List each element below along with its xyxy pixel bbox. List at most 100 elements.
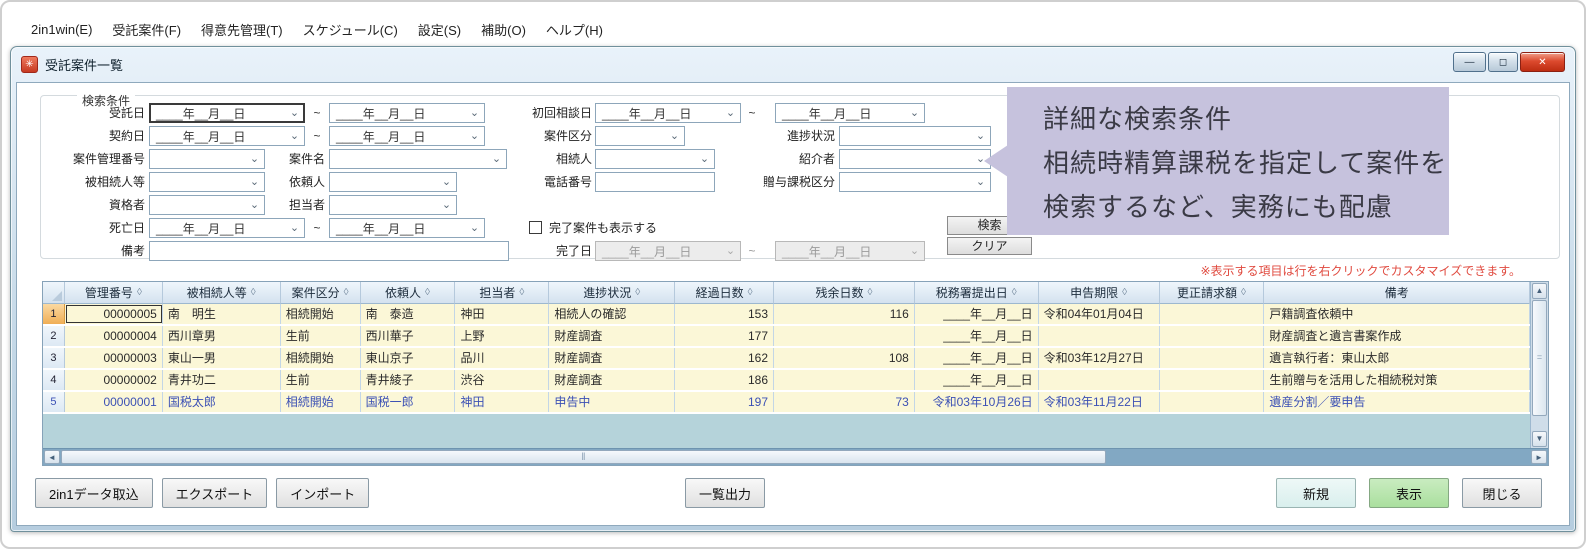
footer-button[interactable]: エクスポート [162, 478, 268, 508]
referrer-combo[interactable]: ⌄ [839, 149, 991, 169]
table-cell[interactable] [1039, 370, 1160, 390]
table-cell[interactable]: 戸籍調査依頼中 [1264, 304, 1530, 324]
table-cell[interactable] [1160, 392, 1265, 412]
chevron-down-icon[interactable]: ⌄ [697, 151, 712, 167]
menu-item[interactable]: 受託案件(F) [103, 17, 190, 42]
show-completed-checkbox[interactable] [529, 221, 542, 234]
chevron-down-icon[interactable]: ⌄ [667, 128, 682, 144]
sort-icon[interactable]: ◊ [867, 287, 872, 298]
remarks-input[interactable] [149, 241, 509, 261]
table-cell[interactable]: 197 [675, 392, 774, 412]
chevron-down-icon[interactable]: ⌄ [467, 220, 482, 236]
chevron-down-icon[interactable]: ⌄ [973, 128, 988, 144]
table-cell[interactable]: 品川 [455, 348, 549, 368]
table-cell[interactable]: 相続開始 [281, 348, 361, 368]
table-cell[interactable]: 青井綾子 [361, 370, 456, 390]
staff-combo[interactable]: ⌄ [329, 195, 457, 215]
progress-combo[interactable]: ⌄ [839, 126, 991, 146]
table-cell[interactable]: 相続開始 [281, 304, 361, 324]
table-cell[interactable]: 153 [675, 304, 774, 324]
table-corner-cell[interactable] [43, 282, 65, 304]
table-cell[interactable]: 相続開始 [281, 392, 361, 412]
sort-icon[interactable]: ◊ [344, 287, 349, 298]
table-cell[interactable]: 生前贈与を活用した相続税対策 [1264, 370, 1530, 390]
column-header[interactable]: 更正請求額◊ [1160, 282, 1265, 304]
table-cell[interactable]: 00000004 [65, 326, 163, 346]
sort-icon[interactable]: ◊ [635, 287, 640, 298]
table-cell[interactable]: 00000001 [65, 392, 163, 412]
table-cell[interactable]: 南 泰造 [361, 304, 456, 324]
menu-item[interactable]: 2in1win(E) [22, 19, 101, 40]
column-header[interactable]: 被相続人等◊ [163, 282, 281, 304]
column-header[interactable]: 担当者◊ [455, 282, 549, 304]
column-header[interactable]: 申告期限◊ [1039, 282, 1160, 304]
table-cell[interactable]: 神田 [455, 392, 549, 412]
column-header[interactable]: 案件区分◊ [281, 282, 361, 304]
case-number-combo[interactable]: ⌄ [149, 149, 265, 169]
column-header[interactable]: 経過日数◊ [675, 282, 774, 304]
table-cell[interactable]: 162 [675, 348, 774, 368]
table-cell[interactable]: 00000003 [65, 348, 163, 368]
sort-icon[interactable]: ◊ [1012, 287, 1017, 298]
table-row[interactable]: 500000001国税太郎相続開始国税一郎神田申告中19773令和03年10月2… [43, 392, 1530, 414]
table-cell[interactable]: 上野 [455, 326, 549, 346]
sort-icon[interactable]: ◊ [1122, 287, 1127, 298]
chevron-down-icon[interactable]: ⌄ [439, 197, 454, 213]
column-header[interactable]: 進捗状況◊ [549, 282, 675, 304]
client-combo[interactable]: ⌄ [329, 172, 457, 192]
table-cell[interactable]: 財産調査と遺言書案作成 [1264, 326, 1530, 346]
table-cell[interactable]: 渋谷 [455, 370, 549, 390]
table-cell[interactable]: 財産調査 [549, 370, 675, 390]
vertical-scrollbar[interactable]: ▲ = ▼ [1530, 282, 1548, 448]
table-cell[interactable] [1160, 348, 1265, 368]
maximize-button[interactable]: ◻ [1488, 52, 1518, 72]
title-bar[interactable]: ✳ 受託案件一覧 — ◻ ✕ [11, 47, 1575, 81]
chevron-down-icon[interactable]: ⌄ [723, 105, 738, 121]
receipt-date-to[interactable]: ____年__月__日⌄ [329, 103, 485, 123]
table-cell[interactable] [1160, 326, 1265, 346]
table-cell[interactable]: 00000002 [65, 370, 163, 390]
table-cell[interactable]: 108 [774, 348, 915, 368]
column-header[interactable]: 依頼人◊ [361, 282, 456, 304]
menu-item[interactable]: 設定(S) [409, 17, 470, 42]
table-cell[interactable]: 財産調査 [549, 326, 675, 346]
chevron-down-icon[interactable]: ⌄ [287, 220, 302, 236]
menu-item[interactable]: ヘルプ(H) [537, 17, 612, 42]
table-cell[interactable]: 西川章男 [163, 326, 281, 346]
table-cell[interactable]: 177 [675, 326, 774, 346]
table-cell[interactable]: 東山一男 [163, 348, 281, 368]
table-row[interactable]: 100000005南 明生相続開始南 泰造神田相続人の確認153116____年… [43, 304, 1530, 326]
table-cell[interactable]: 国税太郎 [163, 392, 281, 412]
table-cell[interactable]: 生前 [281, 370, 361, 390]
table-cell[interactable]: 令和03年10月26日 [915, 392, 1039, 412]
horizontal-scrollbar[interactable]: ◄ ‖ ► [43, 448, 1548, 465]
scroll-left-icon[interactable]: ◄ [44, 450, 60, 464]
table-cell[interactable]: 財産調査 [549, 348, 675, 368]
table-cell[interactable] [774, 326, 915, 346]
sort-icon[interactable]: ◊ [251, 287, 256, 298]
table-cell[interactable]: 遺言執行者：東山太郎 [1264, 348, 1530, 368]
clear-button[interactable]: クリア [947, 237, 1032, 255]
gift-tax-combo[interactable]: ⌄ [839, 172, 991, 192]
sort-icon[interactable]: ◊ [425, 287, 430, 298]
table-cell[interactable]: 南 明生 [163, 304, 281, 324]
contract-date-from[interactable]: ____年__月__日⌄ [149, 126, 305, 146]
row-number[interactable]: 5 [43, 392, 65, 412]
list-output-button[interactable]: 一覧出力 [685, 478, 765, 508]
close-icon[interactable]: ✕ [1520, 52, 1565, 72]
minimize-button[interactable]: — [1453, 52, 1486, 72]
table-cell[interactable] [774, 370, 915, 390]
table-row[interactable]: 400000002青井功二生前青井綾子渋谷財産調査186____年__月__日生… [43, 370, 1530, 392]
table-cell[interactable]: 遺産分割／要申告 [1264, 392, 1530, 412]
view-button[interactable]: 表示 [1369, 478, 1449, 508]
row-number[interactable]: 2 [43, 326, 65, 346]
sort-icon[interactable]: ◊ [137, 287, 142, 298]
decedent-combo[interactable]: ⌄ [149, 172, 265, 192]
chevron-down-icon[interactable]: ⌄ [287, 105, 302, 121]
sort-icon[interactable]: ◊ [748, 287, 753, 298]
table-cell[interactable]: 西川華子 [361, 326, 456, 346]
death-date-from[interactable]: ____年__月__日⌄ [149, 218, 305, 238]
case-type-combo[interactable]: ⌄ [595, 126, 685, 146]
table-cell[interactable]: ____年__月__日 [915, 370, 1039, 390]
chevron-down-icon[interactable]: ⌄ [467, 128, 482, 144]
